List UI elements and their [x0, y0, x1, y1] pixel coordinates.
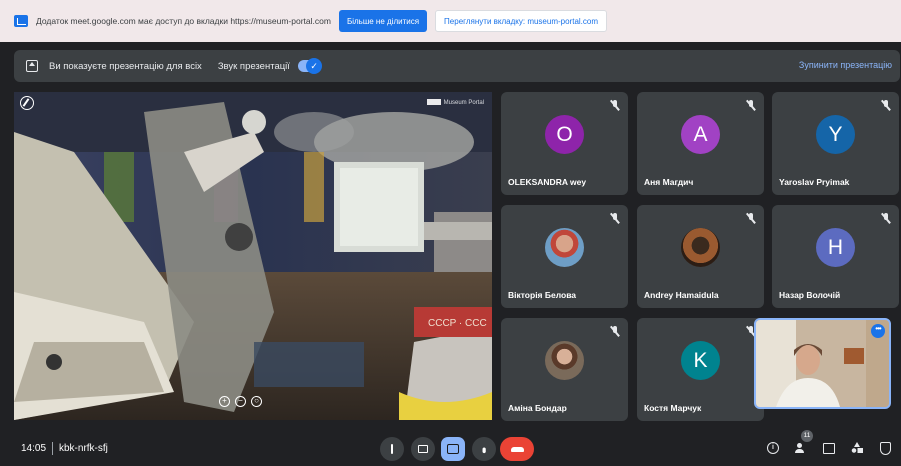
panorama-controls: + − ○ [219, 396, 262, 407]
participant-tile[interactable]: Andrey Hamaidula [637, 205, 764, 308]
participant-name: Назар Волочій [779, 290, 841, 300]
microphone-icon [391, 444, 393, 454]
camera-icon [418, 445, 428, 453]
zoom-out-icon[interactable]: − [235, 396, 246, 407]
leave-call-button[interactable] [500, 437, 534, 461]
present-now-button[interactable] [441, 437, 465, 461]
meeting-time: 14:05 [21, 443, 47, 454]
fullscreen-icon[interactable]: ○ [251, 396, 262, 407]
participant-tile[interactable]: O OLEKSANDRA wey [501, 92, 628, 195]
mic-off-icon [880, 100, 891, 112]
participant-tile[interactable]: Вікторія Белова [501, 205, 628, 308]
avatar: A [681, 115, 720, 154]
share-notice-message: Додаток meet.google.com має доступ до вк… [36, 16, 331, 26]
info-icon: i [767, 442, 779, 454]
mic-off-icon [609, 213, 620, 225]
check-icon: ✓ [310, 61, 318, 71]
participant-tile[interactable]: H Назар Волочій [772, 205, 899, 308]
stop-presenting-button[interactable]: Зупинити презентацію [799, 60, 892, 70]
participant-name: Вікторія Белова [508, 290, 577, 300]
shield-icon [879, 441, 891, 455]
call-end-icon [510, 446, 524, 452]
mic-off-icon [609, 326, 620, 338]
museum-portal-watermark: Museum Portal [426, 99, 484, 106]
avatar [681, 228, 720, 267]
people-icon [795, 443, 807, 453]
mic-off-icon [880, 213, 891, 225]
watermark-text: Museum Portal [443, 100, 484, 106]
self-view-video [756, 320, 889, 407]
avatar: H [816, 228, 855, 267]
participant-tile[interactable]: Аміна Бондар [501, 318, 628, 421]
present-icon [447, 444, 459, 454]
presenting-text: Ви показуєте презентацію для всіх [49, 60, 202, 72]
present-screen-icon [26, 60, 38, 72]
camera-button[interactable] [411, 437, 435, 461]
compass-icon[interactable] [20, 96, 34, 110]
meeting-code: kbk-nrfk-sfj [59, 443, 108, 454]
presentation-sound-label: Звук презентації [217, 60, 290, 72]
avatar [545, 341, 584, 380]
museum-panorama-image: CCCP · CCC [14, 92, 492, 420]
participant-name: Аня Магдич [644, 177, 694, 187]
mic-off-icon [609, 100, 620, 112]
avatar: K [681, 341, 720, 380]
share-notification-bar: Додаток meet.google.com має доступ до вк… [0, 0, 901, 42]
cccp-banner-text: CCCP · CCC [428, 318, 487, 329]
participant-tile[interactable]: K Костя Марчук [637, 318, 764, 421]
activities-icon [851, 442, 863, 454]
participant-name: Andrey Hamaidula [644, 290, 719, 300]
participant-count-badge: 11 [801, 430, 813, 442]
avatar [545, 228, 584, 267]
share-tab-icon [14, 15, 28, 27]
avatar: Y [816, 115, 855, 154]
participant-name: Аміна Бондар [508, 403, 567, 413]
participant-tile[interactable]: A Аня Магдич [637, 92, 764, 195]
participant-tile[interactable]: Y Yaroslav Pryimak [772, 92, 899, 195]
zoom-in-icon[interactable]: + [219, 396, 230, 407]
stop-sharing-button[interactable]: Більше не ділитися [338, 10, 428, 32]
participant-name: OLEKSANDRA wey [508, 177, 587, 187]
divider [52, 442, 53, 455]
meeting-controls-bar: 14:05 kbk-nrfk-sfj ••• i [0, 430, 901, 466]
mic-off-icon [745, 213, 756, 225]
microphone-button[interactable] [380, 437, 404, 461]
mic-off-icon [745, 100, 756, 112]
avatar: O [545, 115, 584, 154]
activities-button[interactable] [848, 439, 866, 457]
presentation-sound-toggle[interactable]: ✓ [297, 58, 322, 74]
self-view-tile[interactable]: ••• [754, 318, 891, 409]
participant-name: Yaroslav Pryimak [779, 177, 850, 187]
more-options-button[interactable]: ••• [472, 437, 496, 461]
meeting-details-button[interactable]: i [764, 439, 782, 457]
participant-name: Костя Марчук [644, 403, 702, 413]
chat-button[interactable] [820, 439, 838, 457]
host-controls-button[interactable] [876, 439, 894, 457]
chat-icon [823, 442, 835, 454]
meet-window: Додаток meet.google.com має доступ до вк… [0, 0, 901, 466]
presentation-view[interactable]: CCCP · CCC Museum Portal + − ○ [14, 92, 492, 420]
more-vert-icon: ••• [477, 447, 491, 451]
presenting-banner: Ви показуєте презентацію для всіх Звук п… [14, 50, 900, 82]
self-view-more-options-icon[interactable]: ••• [871, 324, 885, 338]
view-tab-button[interactable]: Переглянути вкладку: museum-portal.com [435, 10, 608, 32]
